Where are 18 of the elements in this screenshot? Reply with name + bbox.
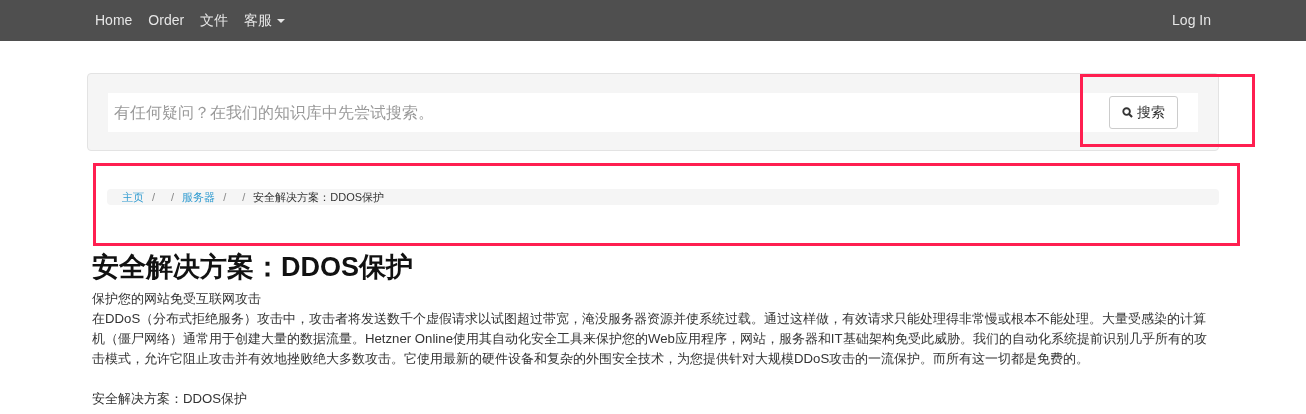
nav-link[interactable]: Order [140, 0, 193, 41]
breadcrumb-separator: / [151, 191, 157, 203]
breadcrumb-current: 安全解决方案：DDOS保护 [253, 191, 385, 203]
search-icon [1122, 107, 1133, 118]
login-link[interactable]: Log In [1164, 0, 1219, 41]
page-heading: 安全解决方案：DDOS保护 [92, 251, 414, 284]
nav-link[interactable]: 文件 [192, 0, 237, 41]
body-text: 安全解决方案：DDOS保护 [92, 390, 249, 409]
search-field[interactable]: 有任何疑问？在我们的知识库中先尝试搜索。 搜索 [108, 93, 1198, 132]
breadcrumb-separator: / [241, 191, 247, 203]
breadcrumb-separator: / [170, 191, 176, 203]
caret-icon [277, 19, 286, 24]
body-text: 保护您的网站免受互联网攻击 [92, 290, 262, 309]
body-text: 在DDoS（分布式拒绝服务）攻击中，攻击者将发送数千个虚假请求以试图超过带宽，淹没服务器资源并使系统过载。通过这样做，有效请求只能处理得非常慢或根本不能处理。大量受感染的计算机（僵尸网络）通常用于创建大量的数据流量。Hetzner Online使用其自动化安全工具来保护您的Web应用程序，网站，服务器和IT基础架构免受此威胁。我们的自动化系统提前识别几乎所有的攻击模式，允许它阻止攻击并有效地挫败绝大多数攻击。它使用最新的硬件设备和复杂的外围安全技术，为您提供针对大规模DDoS攻击的一流保护。而所有这一切都是免费的。 [92, 310, 1208, 369]
search-button[interactable]: 搜索 [1109, 96, 1178, 129]
nav-link[interactable]: Home [87, 0, 141, 41]
dropdown-menu[interactable]: 客服 [236, 0, 294, 41]
breadcrumb-separator: / [222, 191, 228, 203]
